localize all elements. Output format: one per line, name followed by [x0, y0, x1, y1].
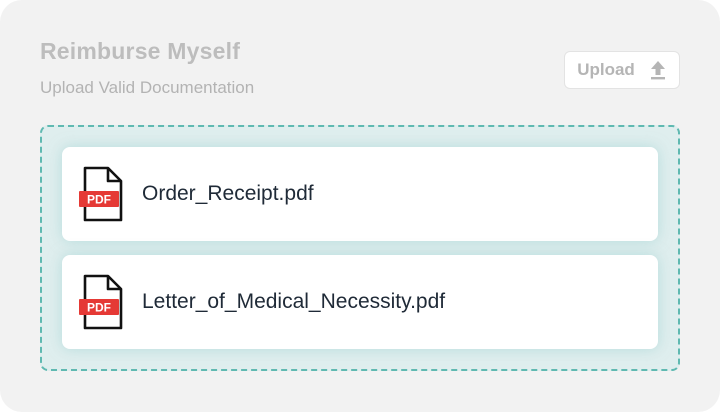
upload-button[interactable]: Upload [564, 51, 680, 89]
pdf-badge-label: PDF [87, 193, 111, 207]
file-name: Order_Receipt.pdf [142, 182, 314, 205]
page-subtitle: Upload Valid Documentation [40, 78, 255, 97]
page-title: Reimburse Myself [40, 38, 241, 64]
pdf-file-icon: PDF [79, 274, 123, 330]
file-item[interactable]: PDF Letter_of_Medical_Necessity.pdf [62, 255, 658, 349]
file-dropzone[interactable]: PDF Order_Receipt.pdf PDF Letter_of_Medi… [40, 125, 680, 371]
upload-button-label: Upload [577, 60, 635, 79]
upload-arrow-icon [650, 61, 665, 80]
reimburse-card: Reimburse Myself Upload Valid Documentat… [0, 0, 720, 412]
pdf-file-icon: PDF [79, 166, 123, 222]
file-item[interactable]: PDF Order_Receipt.pdf [62, 147, 658, 241]
pdf-badge-label: PDF [87, 301, 111, 315]
file-name: Letter_of_Medical_Necessity.pdf [142, 290, 446, 313]
